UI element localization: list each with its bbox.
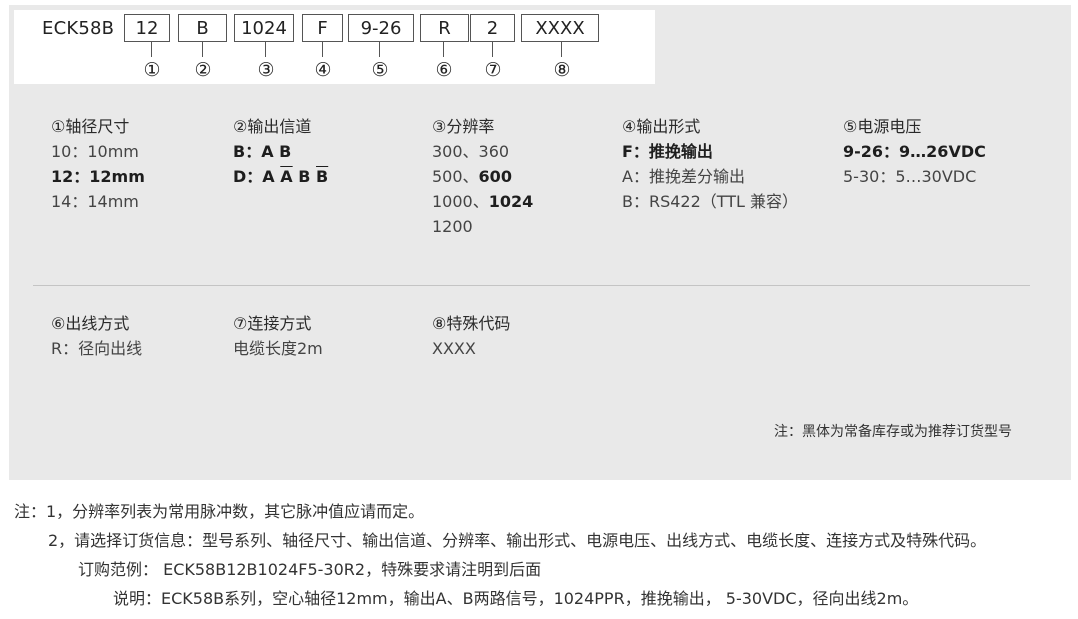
segment-resolution: 1024 bbox=[234, 14, 294, 42]
voltage-title: ⑤电源电压 bbox=[843, 117, 922, 136]
resolution-title: ③分辨率 bbox=[432, 117, 495, 136]
signal-b-inverted: B bbox=[316, 167, 329, 186]
special-title: ⑧特殊代码 bbox=[432, 314, 511, 333]
channel-d-label: D： bbox=[233, 167, 263, 186]
leader-line bbox=[492, 42, 493, 57]
connection-options: ⑦连接方式 电缆长度2m bbox=[233, 311, 323, 361]
resolution-line: 500、600 bbox=[432, 164, 533, 189]
channel-b-value: A B bbox=[261, 142, 292, 161]
segment-connection: 2 bbox=[470, 14, 515, 42]
leader-line bbox=[265, 42, 266, 57]
resolution-line: 300、360 bbox=[432, 142, 510, 161]
resolution-line: 1000、1024 bbox=[432, 189, 533, 214]
resolution-value-recommended: 1024 bbox=[488, 192, 534, 211]
marker-1: ① bbox=[143, 59, 161, 81]
resolution-options: ③分辨率 300、360 500、600 1000、1024 1200 bbox=[432, 114, 533, 239]
output-options: ④输出形式 F：推挽输出 A：推挽差分输出 B：RS422（TTL 兼容） bbox=[622, 114, 798, 214]
marker-2: ② bbox=[194, 59, 212, 81]
leader-line bbox=[561, 42, 562, 57]
marker-7: ⑦ bbox=[484, 59, 502, 81]
signal-a: A bbox=[262, 167, 275, 186]
cable-dir-options: ⑥出线方式 R：径向出线 bbox=[51, 311, 142, 361]
shaft-option: 10：10mm bbox=[51, 142, 139, 161]
resolution-line: 1200 bbox=[432, 217, 473, 236]
stock-note: 注：黑体为常备库存或为推荐订货型号 bbox=[774, 424, 1012, 440]
shaft-title: ①轴径尺寸 bbox=[51, 117, 130, 136]
marker-4: ④ bbox=[314, 59, 332, 81]
shaft-option-recommended: 12：12mm bbox=[51, 167, 145, 186]
note-line-2: 2，请选择订货信息：型号系列、轴径尺寸、输出信道、分辨率、输出形式、电源电压、出… bbox=[48, 531, 987, 550]
model-prefix: ECK58B bbox=[42, 18, 115, 39]
leader-line bbox=[379, 42, 380, 57]
segment-cable-dir: R bbox=[420, 14, 469, 42]
segment-channel: B bbox=[178, 14, 227, 42]
marker-3: ③ bbox=[257, 59, 275, 81]
channel-title: ②输出信道 bbox=[233, 117, 312, 136]
channel-option-d: D：A A B B bbox=[233, 164, 328, 189]
order-example: 订购范例： ECK58B12B1024F5-30R2，特殊要求请注明到后面 bbox=[78, 560, 542, 579]
segment-special: XXXX bbox=[521, 14, 599, 42]
special-option: XXXX bbox=[432, 339, 476, 358]
signal-a-inverted: A bbox=[280, 167, 293, 186]
leader-line bbox=[443, 42, 444, 57]
output-option: A：推挽差分输出 bbox=[622, 167, 745, 186]
marker-6: ⑥ bbox=[435, 59, 453, 81]
voltage-option: 5-30：5…30VDC bbox=[843, 167, 977, 186]
output-title: ④输出形式 bbox=[622, 117, 701, 136]
segment-voltage: 9-26 bbox=[348, 14, 414, 42]
order-example-explanation: 说明：ECK58B系列，空心轴径12mm，输出A、B两路信号，1024PPR，推… bbox=[113, 589, 919, 608]
signal-b: B bbox=[298, 167, 311, 186]
channel-b-label: B： bbox=[233, 142, 262, 161]
order-notes: 注：1，分辨率列表为常用脉冲数，其它脉冲值应请而定。 2，请选择订货信息：型号系… bbox=[14, 497, 986, 613]
leader-line bbox=[202, 42, 203, 57]
note-line-1: 注：1，分辨率列表为常用脉冲数，其它脉冲值应请而定。 bbox=[14, 502, 425, 521]
output-option-recommended: F：推挽输出 bbox=[622, 142, 713, 161]
special-options: ⑧特殊代码 XXXX bbox=[432, 311, 510, 361]
resolution-value: 500、 bbox=[432, 167, 479, 186]
leader-line bbox=[322, 42, 323, 57]
resolution-value: 1000、 bbox=[432, 192, 489, 211]
voltage-option-recommended: 9-26：9…26VDC bbox=[843, 142, 986, 161]
connection-title: ⑦连接方式 bbox=[233, 314, 312, 333]
voltage-options: ⑤电源电压 9-26：9…26VDC 5-30：5…30VDC bbox=[843, 114, 986, 189]
marker-8: ⑧ bbox=[553, 59, 571, 81]
output-option: B：RS422（TTL 兼容） bbox=[622, 192, 799, 211]
shaft-options: ①轴径尺寸 10：10mm 12：12mm 14：14mm bbox=[51, 114, 145, 214]
shaft-option: 14：14mm bbox=[51, 192, 139, 211]
marker-5: ⑤ bbox=[371, 59, 389, 81]
connection-option: 电缆长度2m bbox=[233, 339, 323, 358]
cable-dir-title: ⑥出线方式 bbox=[51, 314, 130, 333]
leader-line bbox=[151, 42, 152, 57]
section-divider bbox=[33, 285, 1030, 286]
segment-shaft: 12 bbox=[124, 14, 170, 42]
channel-options: ②输出信道 B：A B D：A A B B bbox=[233, 114, 328, 189]
resolution-value-recommended: 600 bbox=[478, 167, 512, 186]
channel-option-b: B：A B bbox=[233, 139, 328, 164]
segment-output: F bbox=[302, 14, 343, 42]
cable-dir-option: R：径向出线 bbox=[51, 339, 143, 358]
